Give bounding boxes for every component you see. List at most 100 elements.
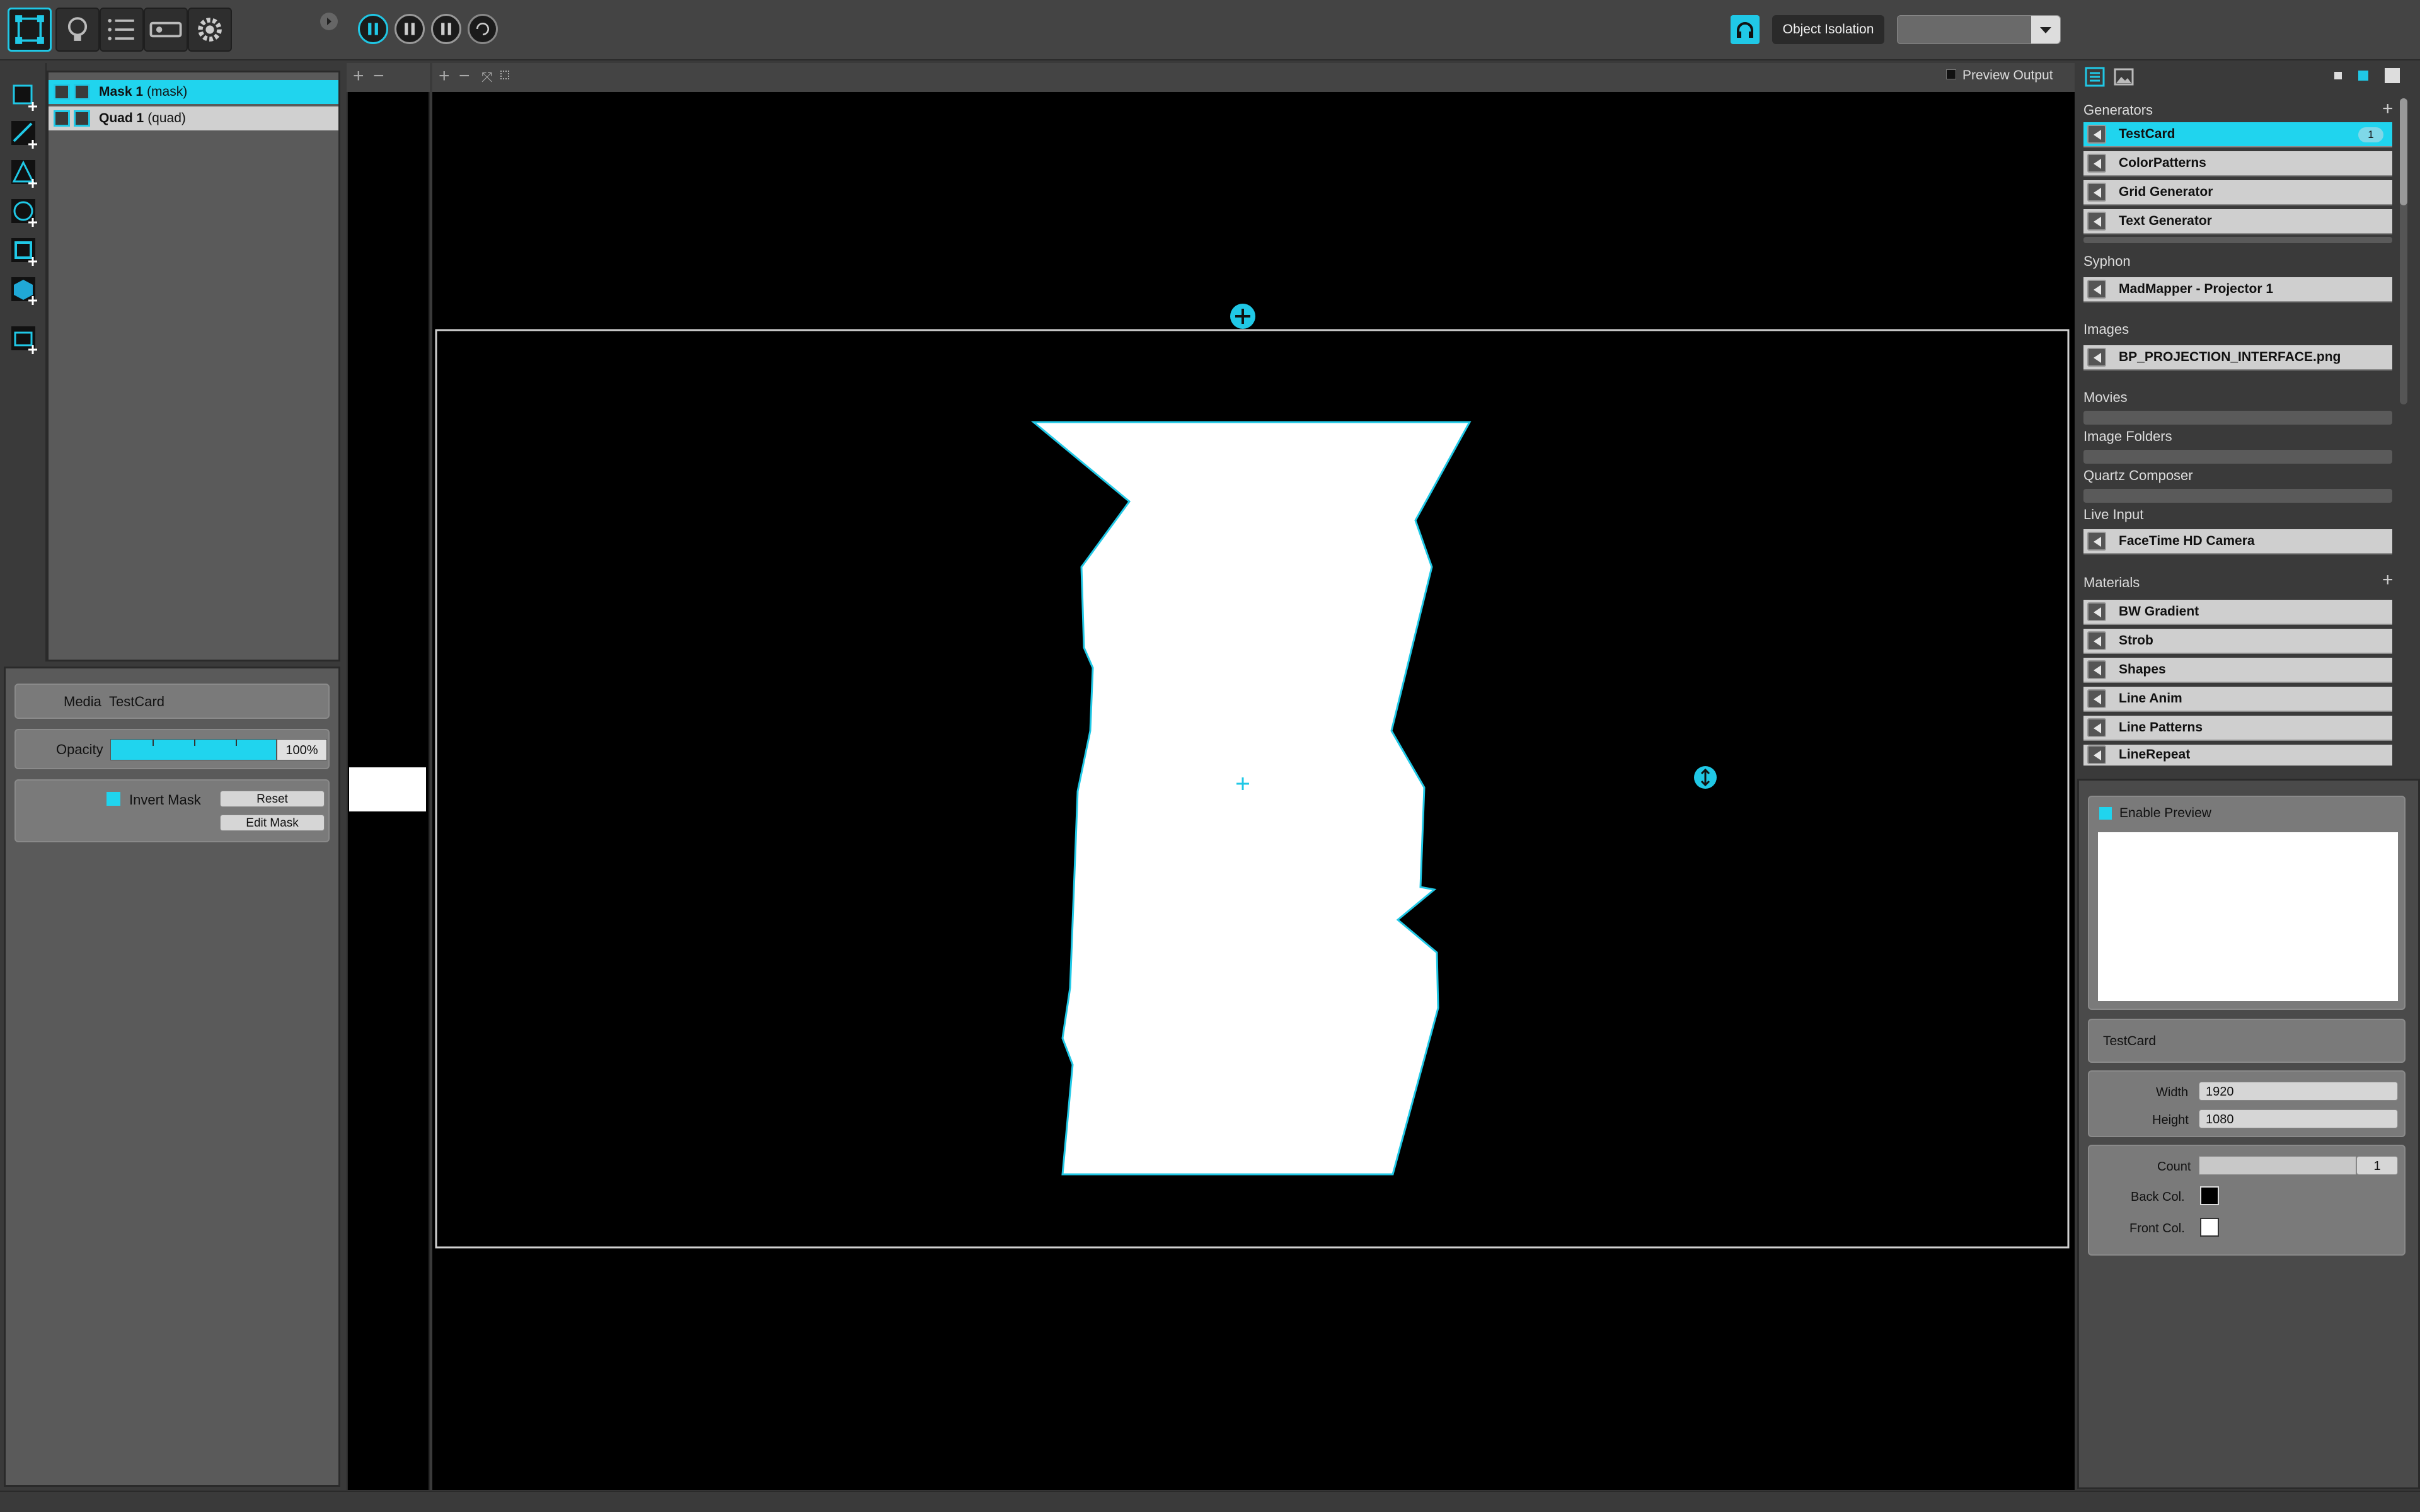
media-item-camera[interactable]: FaceTime HD Camera	[2083, 529, 2392, 554]
zoom-out-icon[interactable]: −	[459, 66, 470, 87]
media-item-text-generator[interactable]: Text Generator	[2083, 209, 2392, 234]
front-color-swatch[interactable]	[2200, 1218, 2219, 1237]
canvas-toolbar: + − ⤧ Preview Output	[432, 63, 2075, 92]
list-view-button[interactable]	[2083, 66, 2106, 88]
media-item-colorpatterns[interactable]: ColorPatterns	[2083, 151, 2392, 176]
count-slider[interactable]	[2199, 1156, 2356, 1175]
list-icon	[2085, 67, 2105, 87]
play-icon[interactable]	[2087, 154, 2106, 173]
play-icon[interactable]	[2087, 348, 2106, 367]
zoom-out-icon[interactable]: −	[373, 66, 384, 87]
dropdown-arrow-button[interactable]	[2031, 16, 2060, 43]
step-button[interactable]	[431, 14, 461, 44]
play-icon[interactable]	[2087, 280, 2106, 299]
count-field[interactable]: 1	[2356, 1156, 2398, 1175]
collapse-sidebar-button[interactable]	[320, 13, 338, 30]
invert-mask-checkbox[interactable]	[107, 792, 120, 806]
object-row-quad[interactable]: Quad 1 (quad)	[49, 106, 338, 130]
chevron-right-icon	[327, 18, 331, 25]
scrollbar-thumb[interactable]	[2400, 98, 2407, 205]
section-image-folders: Image Folders	[2083, 428, 2172, 444]
play-icon[interactable]	[2087, 689, 2106, 708]
media-panel: Media TestCard	[14, 684, 330, 719]
library-scrollbar[interactable]	[2400, 98, 2407, 404]
width-field[interactable]: 1920	[2199, 1082, 2398, 1101]
object-list: Mask 1 (mask) Quad 1 (quad)	[47, 71, 340, 662]
visibility-checkbox[interactable]	[54, 110, 70, 127]
material-item[interactable]: BW Gradient	[2083, 600, 2392, 625]
zoom-in-icon[interactable]: +	[439, 66, 450, 87]
pause-button[interactable]	[358, 14, 388, 44]
add-mask-tool[interactable]	[8, 234, 42, 268]
media-value[interactable]: TestCard	[109, 694, 164, 710]
add-circle-tool[interactable]	[8, 195, 42, 229]
enable-preview-checkbox[interactable]	[2099, 807, 2112, 820]
section-generators: Generators	[2083, 102, 2153, 118]
edit-mask-button[interactable]: Edit Mask	[220, 815, 325, 831]
light-mode-button[interactable]	[55, 8, 100, 52]
fit-view-icon[interactable]: ⤧	[481, 69, 493, 86]
opacity-value[interactable]: 100%	[277, 739, 327, 760]
play-icon[interactable]	[2087, 602, 2106, 621]
front-col-label: Front Col.	[2129, 1222, 2185, 1235]
lock-checkbox[interactable]	[74, 84, 90, 100]
material-item[interactable]: Shapes	[2083, 658, 2392, 683]
opacity-slider[interactable]	[110, 739, 277, 760]
material-item[interactable]: Line Anim	[2083, 687, 2392, 712]
media-item-testcard[interactable]: TestCard 1	[2083, 122, 2392, 147]
visibility-checkbox[interactable]	[54, 84, 70, 100]
play-icon[interactable]	[2087, 183, 2106, 202]
rotate-handle-icon[interactable]	[1694, 766, 1717, 789]
strip-thumbnail[interactable]	[349, 767, 426, 811]
main-canvas[interactable]	[432, 92, 2075, 1490]
media-item-image[interactable]: BP_PROJECTION_INTERFACE.png	[2083, 345, 2392, 370]
mapping-mode-button[interactable]	[8, 8, 52, 52]
add-triangle-tool[interactable]	[8, 156, 42, 190]
list-mode-button[interactable]	[100, 8, 144, 52]
play-icon[interactable]	[2087, 718, 2106, 737]
add-line-tool[interactable]	[8, 117, 42, 151]
large-size-icon[interactable]	[2385, 68, 2400, 83]
mask-shape[interactable]	[1030, 421, 1472, 1176]
play-icon[interactable]	[2087, 532, 2106, 551]
material-item[interactable]: LineRepeat	[2083, 745, 2392, 766]
restart-button[interactable]	[468, 14, 498, 44]
resolution-panel: Width 1920 Height 1080	[2088, 1070, 2406, 1137]
height-field[interactable]: 1080	[2199, 1109, 2398, 1128]
preview-output-checkbox[interactable]	[1946, 69, 1956, 79]
play-icon[interactable]	[2087, 631, 2106, 650]
back-color-swatch[interactable]	[2200, 1186, 2219, 1205]
material-item[interactable]: Strob	[2083, 629, 2392, 654]
object-row-mask[interactable]: Mask 1 (mask)	[49, 80, 338, 104]
cube-icon	[11, 277, 37, 305]
add-3d-object-tool[interactable]	[8, 273, 42, 307]
small-size-icon[interactable]	[2334, 72, 2342, 79]
add-group-tool[interactable]	[8, 323, 42, 357]
object-isolation-toggle[interactable]	[1731, 15, 1760, 44]
move-handle-icon[interactable]	[1230, 304, 1255, 329]
frame-view-icon[interactable]	[500, 71, 509, 79]
add-generator-icon[interactable]: +	[2382, 98, 2394, 120]
medium-size-icon[interactable]	[2358, 71, 2368, 81]
media-item-syphon[interactable]: MadMapper - Projector 1	[2083, 277, 2392, 302]
play-icon[interactable]	[2087, 212, 2106, 231]
object-name: Quad 1	[99, 111, 144, 125]
play-icon[interactable]	[2087, 660, 2106, 679]
top-toolbar: Object Isolation	[0, 0, 2420, 60]
add-material-icon[interactable]: +	[2382, 570, 2394, 591]
media-item-grid-generator[interactable]: Grid Generator	[2083, 180, 2392, 205]
lock-checkbox[interactable]	[74, 110, 90, 127]
material-item[interactable]: Line Patterns	[2083, 716, 2392, 741]
image-folders-empty	[2083, 450, 2392, 464]
settings-button[interactable]	[188, 8, 232, 52]
section-footer	[2083, 237, 2392, 243]
add-quad-tool[interactable]	[8, 79, 42, 113]
play-icon[interactable]	[2087, 125, 2106, 144]
play-icon[interactable]	[2087, 745, 2106, 764]
isolation-dropdown[interactable]	[1897, 15, 2061, 44]
thumbnail-view-button[interactable]	[2112, 66, 2135, 88]
reset-button[interactable]: Reset	[220, 791, 325, 807]
stop-button[interactable]	[395, 14, 425, 44]
projector-mode-button[interactable]	[144, 8, 188, 52]
zoom-in-icon[interactable]: +	[353, 66, 364, 87]
